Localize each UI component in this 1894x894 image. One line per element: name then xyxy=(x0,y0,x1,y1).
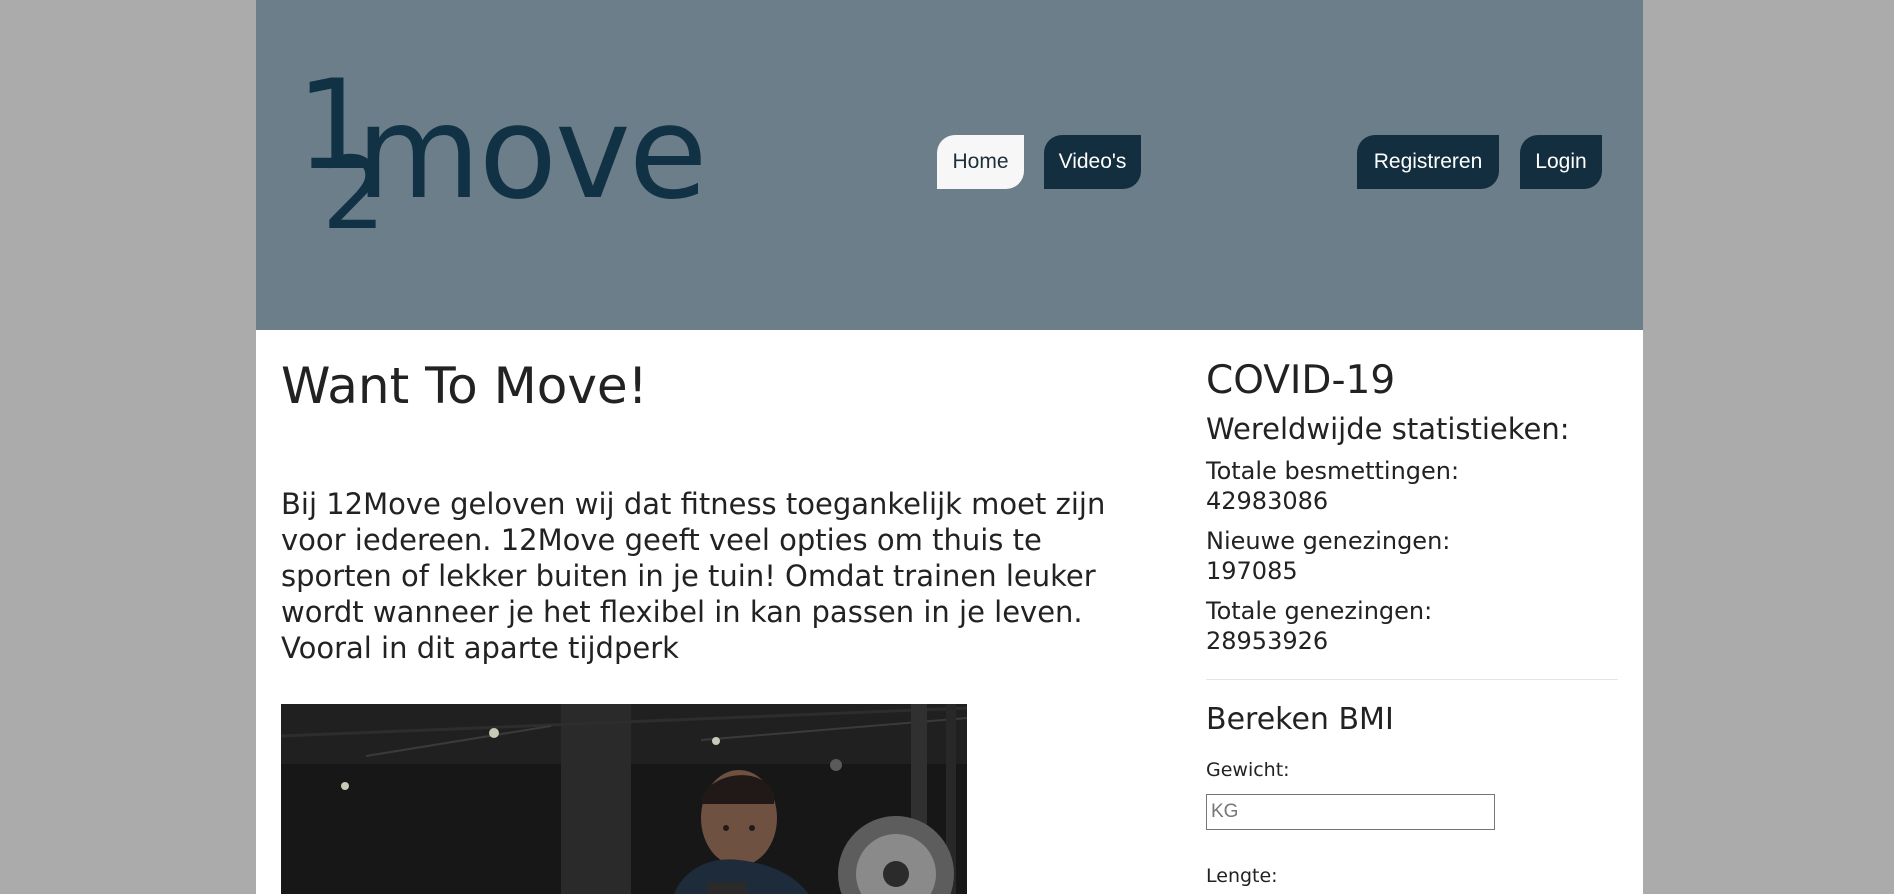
nav-register-button[interactable]: Registreren xyxy=(1357,135,1499,189)
total-recoveries-label: Totale genezingen: xyxy=(1206,597,1433,625)
total-recoveries-value: 28953926 xyxy=(1206,627,1329,655)
total-infections-stat: Totale besmettingen: 42983086 xyxy=(1206,456,1618,516)
covid-title: COVID-19 xyxy=(1206,358,1396,403)
page-title: Want To Move! xyxy=(281,357,648,415)
total-infections-label: Totale besmettingen: xyxy=(1206,457,1460,485)
gym-photo-illustration xyxy=(281,704,967,894)
total-infections-value: 42983086 xyxy=(1206,487,1329,515)
new-recoveries-label: Nieuwe genezingen: xyxy=(1206,527,1451,555)
nav-login-button[interactable]: Login xyxy=(1520,135,1602,189)
new-recoveries-stat: Nieuwe genezingen: 197085 xyxy=(1206,526,1618,586)
covid-stats-title: Wereldwijde statistieken: xyxy=(1206,412,1570,446)
new-recoveries-value: 197085 xyxy=(1206,557,1298,585)
site-header: 1 2 move Home Video's Registreren Login xyxy=(256,0,1643,330)
sidebar-divider xyxy=(1206,679,1618,680)
gym-photo xyxy=(281,704,967,894)
logo-move: move xyxy=(356,79,707,228)
page: 1 2 move Home Video's Registreren Login … xyxy=(256,0,1643,894)
weight-input[interactable] xyxy=(1206,794,1495,830)
intro-text: Bij 12Move geloven wij dat fitness toega… xyxy=(281,487,1106,665)
length-label: Lengte: xyxy=(1206,865,1278,887)
weight-label: Gewicht: xyxy=(1206,759,1290,781)
total-recoveries-stat: Totale genezingen: 28953926 xyxy=(1206,596,1618,656)
site-logo[interactable]: 1 2 move xyxy=(296,64,736,270)
nav-home-button[interactable]: Home xyxy=(937,135,1024,189)
nav-videos-button[interactable]: Video's xyxy=(1044,135,1141,189)
bmi-title: Bereken BMI xyxy=(1206,702,1394,737)
